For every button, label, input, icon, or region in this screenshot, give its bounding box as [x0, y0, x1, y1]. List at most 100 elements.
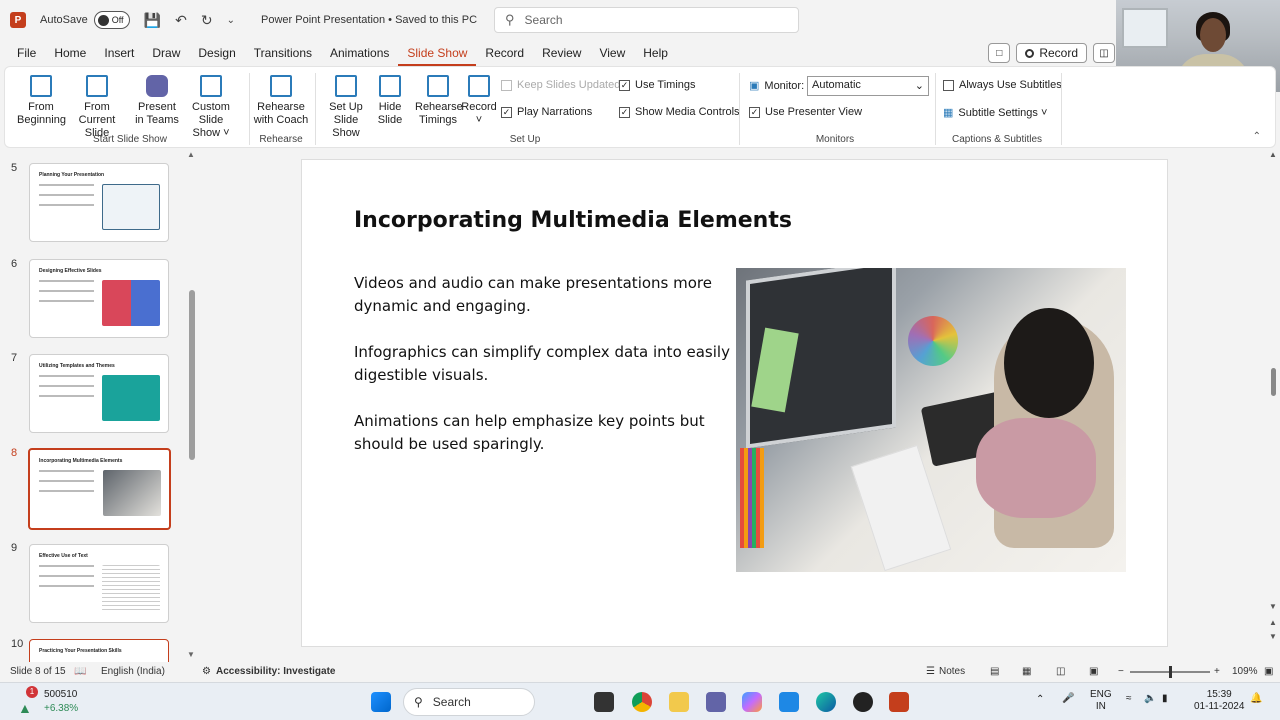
always-use-subtitles-checkbox[interactable]: Always Use Subtitles	[943, 79, 1062, 91]
use-presenter-view-checkbox[interactable]: ✓ Use Presenter View	[749, 106, 862, 118]
slide-thumbnail-10[interactable]: Practicing Your Presentation Skills	[29, 639, 169, 662]
scroll-down-icon[interactable]: ▼	[187, 650, 195, 659]
accessibility-status[interactable]: Accessibility: Investigate	[216, 666, 336, 677]
from-beginning-label-1: From	[28, 101, 54, 113]
play-from-current-icon	[86, 75, 108, 97]
scroll-up-icon[interactable]: ▲	[187, 150, 195, 159]
wifi-icon[interactable]: ≈	[1126, 693, 1132, 705]
obs-icon[interactable]	[853, 692, 873, 712]
current-slide[interactable]: Incorporating Multimedia Elements Videos…	[301, 159, 1168, 647]
next-slide-icon[interactable]: ▼	[1269, 632, 1277, 641]
slide-body-text[interactable]: Videos and audio can make presentations …	[354, 272, 734, 479]
thumbnail-scrollbar[interactable]	[189, 290, 195, 460]
file-explorer-icon[interactable]	[669, 692, 689, 712]
menu-record[interactable]: Record	[476, 40, 533, 66]
play-narrations-label: Play Narrations	[517, 106, 593, 118]
main-scrollbar[interactable]: ▲ ▼ ▲ ▼	[1267, 150, 1280, 662]
zoom-in-icon[interactable]: +	[1214, 666, 1220, 677]
subtitle-settings-button[interactable]: ▦ Subtitle Settings ˅	[943, 106, 1047, 120]
edge-icon[interactable]	[816, 692, 836, 712]
scroll-up-icon[interactable]: ▲	[1269, 150, 1277, 159]
windows-start-icon[interactable]	[371, 692, 391, 712]
slide-thumbnail-6[interactable]: Designing Effective Slides	[29, 259, 169, 338]
use-timings-checkbox[interactable]: ✓ Use Timings	[619, 79, 696, 91]
record-button[interactable]: Record	[1016, 43, 1087, 63]
search-icon: ⚲	[505, 12, 515, 27]
previous-slide-icon[interactable]: ▲	[1269, 618, 1277, 627]
zoom-slider-handle[interactable]	[1169, 666, 1172, 678]
rehearse-timings-button[interactable]: Rehearse Timings	[415, 71, 463, 127]
save-icon[interactable]: 💾	[144, 12, 161, 29]
rehearse-with-coach-button[interactable]: Rehearse with Coach	[253, 71, 309, 127]
powerpoint-taskbar-icon[interactable]	[889, 692, 909, 712]
menu-home[interactable]: Home	[45, 40, 95, 66]
normal-view-icon[interactable]: ▤	[990, 666, 999, 677]
from-beginning-button[interactable]: From Beginning	[17, 71, 66, 127]
scroll-down-icon[interactable]: ▼	[1269, 602, 1277, 611]
language-switcher[interactable]: ENG IN	[1090, 689, 1112, 713]
menu-design[interactable]: Design	[189, 40, 244, 66]
rehearse-timings-label-1: Rehearse	[415, 101, 463, 113]
custom-slide-show-button[interactable]: Custom Slide Show ˅	[179, 71, 243, 140]
notification-bell-icon[interactable]: 🔔	[1250, 693, 1262, 705]
menu-review[interactable]: Review	[533, 40, 590, 66]
teams-taskbar-icon[interactable]	[706, 692, 726, 712]
taskbar-search[interactable]: ⚲ Search	[403, 688, 535, 716]
task-view-icon[interactable]	[594, 692, 614, 712]
menu-file[interactable]: File	[8, 40, 45, 66]
volume-icon[interactable]: 🔈	[1144, 693, 1156, 705]
set-up-slide-show-button[interactable]: Set Up Slide Show	[319, 71, 373, 140]
autosave-toggle[interactable]: Off	[93, 11, 130, 29]
slide-photo-designer[interactable]	[736, 268, 1126, 572]
fit-slide-icon[interactable]: ▣	[1264, 666, 1273, 677]
slide-title[interactable]: Incorporating Multimedia Elements	[354, 208, 792, 233]
subtitle-icon: ▦	[943, 107, 954, 119]
menu-insert[interactable]: Insert	[95, 40, 143, 66]
battery-icon[interactable]: ▮	[1162, 693, 1168, 705]
present-icon[interactable]: ◫	[1093, 43, 1115, 63]
keep-slides-updated-checkbox[interactable]: Keep Slides Updated	[501, 79, 620, 91]
zoom-out-icon[interactable]: −	[1118, 666, 1124, 677]
spellcheck-icon[interactable]: 📖	[74, 666, 86, 677]
stock-alert-badge: 1	[26, 686, 38, 698]
language-indicator[interactable]: English (India)	[101, 666, 165, 677]
zoom-level[interactable]: 109%	[1232, 666, 1258, 677]
present-in-teams-button[interactable]: Present in Teams	[133, 71, 181, 127]
customize-toolbar-icon[interactable]: ⌄	[227, 15, 235, 26]
clock[interactable]: 15:39 01-11-2024	[1194, 689, 1244, 713]
store-icon[interactable]	[779, 692, 799, 712]
microphone-icon[interactable]: 🎤	[1062, 693, 1074, 705]
from-current-slide-button[interactable]: From Current Slide	[65, 71, 129, 140]
comments-icon[interactable]: □	[988, 43, 1011, 63]
collapse-ribbon-icon[interactable]: ⌃	[1253, 131, 1261, 142]
thumbnail-line	[39, 585, 94, 587]
bullet-3: Animations can help emphasize key points…	[354, 412, 705, 453]
play-narrations-checkbox[interactable]: ✓ Play Narrations	[501, 106, 592, 118]
slide-thumbnail-7[interactable]: Utilizing Templates and Themes	[29, 354, 169, 433]
copilot-icon[interactable]	[742, 692, 762, 712]
search-input[interactable]: ⚲ Search	[494, 7, 799, 33]
menu-help[interactable]: Help	[634, 40, 677, 66]
slide-thumbnail-9[interactable]: Effective Use of Text	[29, 544, 169, 623]
chrome-icon[interactable]	[632, 692, 652, 712]
slide-show-view-icon[interactable]: ▣	[1089, 666, 1098, 677]
monitor-select[interactable]: Automatic ⌄	[807, 76, 929, 96]
menu-slide-show[interactable]: Slide Show	[398, 40, 477, 66]
photo-person-hair	[1004, 308, 1094, 418]
menu-draw[interactable]: Draw	[143, 40, 189, 66]
menu-animations[interactable]: Animations	[321, 40, 398, 66]
reading-view-icon[interactable]: ◫	[1056, 666, 1065, 677]
redo-icon[interactable]: ↻	[201, 12, 213, 29]
slide-thumbnail-5[interactable]: Planning Your Presentation	[29, 163, 169, 242]
notes-button[interactable]: Notes	[939, 666, 965, 677]
show-media-controls-checkbox[interactable]: ✓ Show Media Controls	[619, 106, 740, 118]
main-scroll-thumb[interactable]	[1271, 368, 1276, 396]
record-ribbon-button[interactable]: Record ˅	[461, 71, 497, 127]
menu-view[interactable]: View	[590, 40, 634, 66]
undo-icon[interactable]: ↶	[175, 12, 187, 29]
menu-transitions[interactable]: Transitions	[245, 40, 321, 66]
hide-slide-button[interactable]: Hide Slide	[373, 71, 407, 127]
slide-thumbnail-8[interactable]: Incorporating Multimedia Elements	[28, 448, 171, 530]
slide-sorter-icon[interactable]: ▦	[1022, 666, 1031, 677]
tray-overflow-icon[interactable]: ⌃	[1036, 694, 1044, 706]
